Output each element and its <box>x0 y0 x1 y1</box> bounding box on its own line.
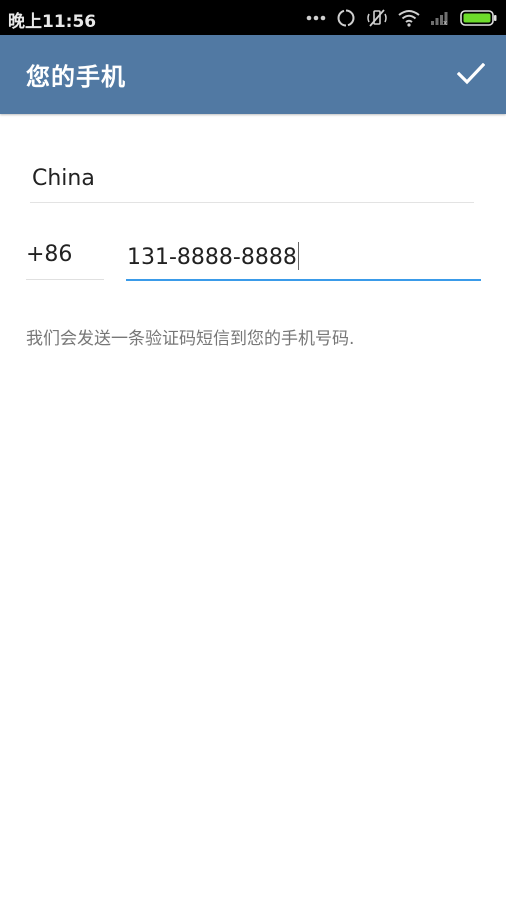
country-code-input[interactable]: +86 <box>26 236 104 280</box>
svg-text:x: x <box>443 19 447 26</box>
battery-icon <box>460 9 498 27</box>
country-name: China <box>32 166 95 191</box>
wifi-icon <box>398 9 420 27</box>
sms-hint-text: 我们会发送一条验证码短信到您的手机号码. <box>26 329 355 349</box>
sync-icon <box>336 8 356 28</box>
more-dots-icon <box>306 14 326 22</box>
text-cursor <box>297 242 299 270</box>
phone-login-screen: 晚上11:56 x 您的手机 China +86 131-8888-8888 我… <box>0 0 506 900</box>
done-button[interactable] <box>450 53 492 95</box>
phone-number-input[interactable]: 131-8888-8888 <box>126 236 481 281</box>
country-code-value: +86 <box>26 242 73 267</box>
signal-icon: x <box>430 10 450 26</box>
page-title: 您的手机 <box>26 63 126 91</box>
silent-icon <box>366 8 388 28</box>
phone-number-value: 131-8888-8888 <box>127 245 297 270</box>
app-bar: 您的手机 <box>0 35 506 114</box>
check-icon <box>457 63 485 85</box>
country-selector[interactable]: China <box>30 160 474 203</box>
status-icons: x <box>296 6 498 30</box>
status-bar: 晚上11:56 x <box>0 0 506 35</box>
phone-number-display: 131-8888-8888 <box>127 242 299 270</box>
status-time: 晚上11:56 <box>8 12 97 32</box>
